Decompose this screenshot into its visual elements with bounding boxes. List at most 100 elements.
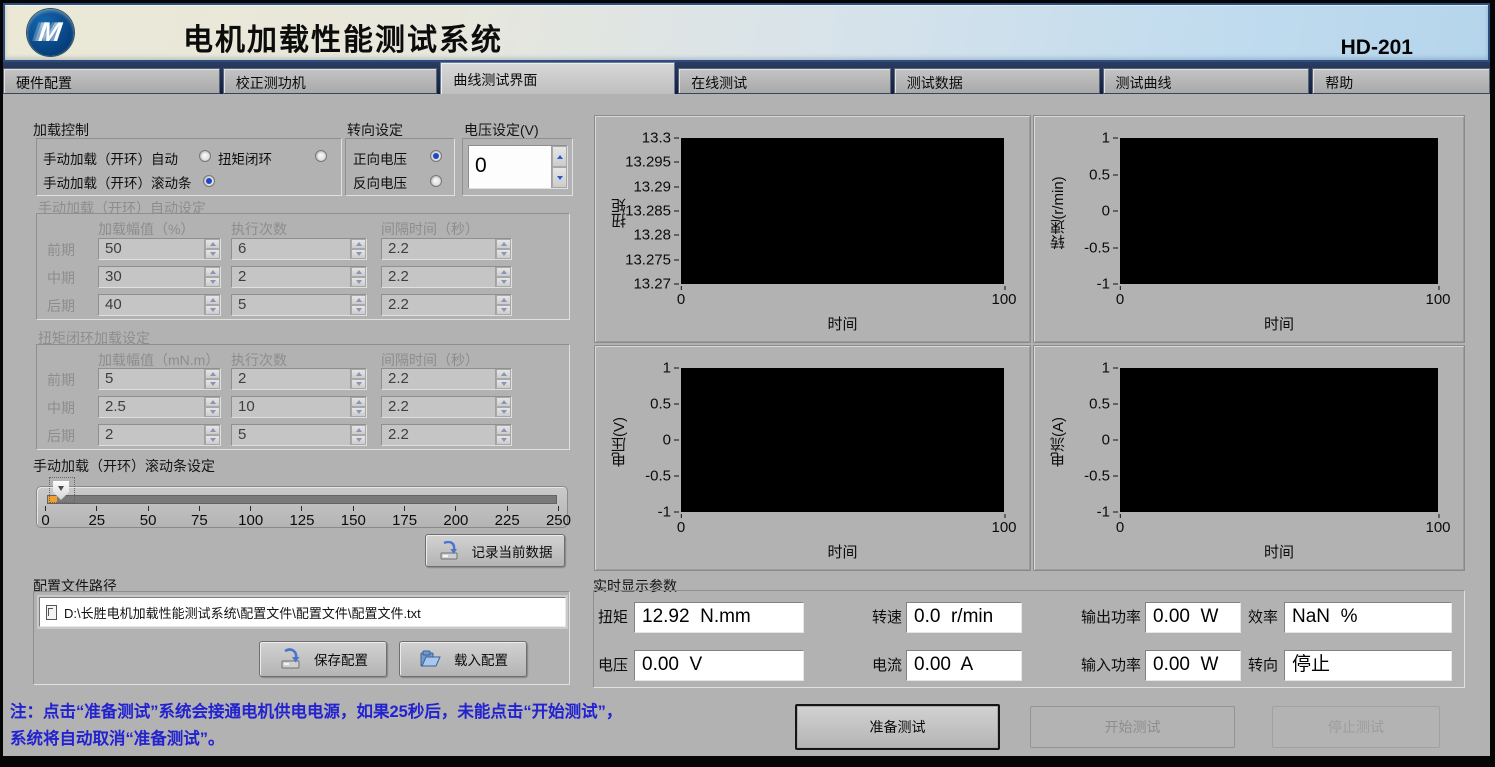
- torque-chart-xlabel: 时间: [827, 313, 857, 334]
- load-slider[interactable]: 0 25 50 75 100 125 150 175 200 225 250: [36, 486, 568, 528]
- spin-up-icon: [557, 155, 563, 159]
- voltage-set-input[interactable]: 0: [468, 145, 568, 189]
- voltage-set-value[interactable]: 0: [469, 146, 551, 188]
- col-count-label: 执行次数: [231, 350, 287, 370]
- ma-early-count-field: 6: [231, 238, 367, 260]
- tab-hardware-config[interactable]: 硬件配置: [3, 68, 220, 94]
- speed-readout-label: 转速: [870, 602, 902, 633]
- tl-mid-interval-field: 2.2: [381, 396, 512, 418]
- row-early-label: 前期: [47, 240, 75, 260]
- x-max-tick: 100: [1425, 519, 1450, 536]
- direction-group: 正向电压 反向电压: [345, 138, 455, 196]
- tab-test-curve[interactable]: 测试曲线: [1103, 68, 1310, 94]
- tl-late-interval-field: 2.2: [381, 424, 512, 446]
- note-line-1: 注：点击“准备测试”系统会接通电机供电电源，如果25秒后，未能点击“开始测试”，: [10, 698, 622, 722]
- x-max-tick: 100: [991, 291, 1016, 308]
- col-count-label: 执行次数: [231, 219, 287, 239]
- option-reverse-voltage-label: 反向电压: [353, 172, 407, 192]
- note-line-2: 系统将自动取消“准备测试”。: [10, 725, 225, 749]
- current-readout-label: 电流: [870, 650, 902, 681]
- option-manual-scroll-label: 手动加载（开环）滚动条: [43, 172, 192, 192]
- ma-mid-interval-field: 2.2: [381, 266, 512, 288]
- manual-auto-settings-group: 加载幅值（%） 执行次数 间隔时间（秒） 前期 50 6 2.2 中期 30 2…: [36, 213, 570, 320]
- x-min-tick: 0: [1116, 291, 1124, 308]
- ma-late-amplitude-field: 40: [98, 294, 221, 316]
- spin-down-icon: [557, 176, 563, 180]
- option-torque-loop-label: 扭矩闭环: [218, 148, 272, 168]
- tl-mid-amplitude-field: 2.5: [98, 396, 221, 418]
- efficiency-readout-value: NaN %: [1284, 602, 1452, 633]
- load-config-label: 载入配置: [454, 649, 508, 669]
- load-config-button[interactable]: 载入配置: [399, 641, 527, 677]
- col-interval-label: 间隔时间（秒）: [381, 219, 479, 239]
- window-edge: [1490, 0, 1495, 767]
- torque-plot-area: [681, 138, 1004, 284]
- save-config-icon: [278, 648, 302, 670]
- model-label: HD-201: [1341, 36, 1413, 60]
- voltage-set-title: 电压设定(V): [464, 120, 539, 140]
- spin-down-button[interactable]: [552, 167, 567, 188]
- x-max-tick: 100: [991, 519, 1016, 536]
- slider-track[interactable]: [47, 495, 557, 504]
- voltage-chart-xlabel: 时间: [827, 541, 857, 562]
- row-mid-label: 中期: [47, 268, 75, 288]
- config-path-value: D:\长胜电机加载性能测试系统\配置文件\配置文件\配置文件.txt: [64, 603, 421, 622]
- speed-readout-value: 0.0 r/min: [906, 602, 1022, 633]
- row-early-label: 前期: [47, 370, 75, 390]
- current-chart-xlabel: 时间: [1264, 541, 1294, 562]
- radio-reverse-voltage[interactable]: [430, 175, 442, 187]
- ma-early-amplitude-field: 50: [98, 238, 221, 260]
- tl-late-amplitude-field: 2: [98, 424, 221, 446]
- tab-online-test[interactable]: 在线测试: [678, 68, 891, 94]
- current-chart-yticks: 1 0.5 0 -0.5 -1: [1034, 368, 1118, 512]
- scroll-slider-title: 手动加载（开环）滚动条设定: [33, 456, 215, 476]
- x-max-tick: 100: [1425, 291, 1450, 308]
- radio-manual-auto[interactable]: [199, 150, 211, 162]
- speed-plot-area: [1120, 138, 1438, 284]
- row-late-label: 后期: [47, 426, 75, 446]
- tab-test-data[interactable]: 测试数据: [894, 68, 1100, 94]
- voltage-spinner: [551, 146, 567, 188]
- ma-late-interval-field: 2.2: [381, 294, 512, 316]
- save-config-button[interactable]: 保存配置: [259, 641, 387, 677]
- ma-late-count-field: 5: [231, 294, 367, 316]
- load-control-group: 手动加载（开环）自动 扭矩闭环 手动加载（开环）滚动条: [36, 138, 342, 196]
- spin-up-button[interactable]: [552, 146, 567, 167]
- col-interval-label: 间隔时间（秒）: [381, 350, 479, 370]
- company-logo-icon: M: [27, 9, 74, 56]
- record-data-label: 记录当前数据: [472, 541, 553, 561]
- option-forward-voltage-label: 正向电压: [353, 148, 407, 168]
- output-power-readout-label: 输出功率: [1077, 602, 1141, 633]
- torque-chart-yticks: 13.3 13.295 13.29 13.285 13.28 13.275 13…: [595, 138, 679, 284]
- tab-bar: 硬件配置 校正测功机 曲线测试界面 在线测试 测试数据 测试曲线 帮助: [3, 62, 1490, 94]
- torque-readout-label: 扭矩: [594, 602, 628, 633]
- tl-early-amplitude-field: 5: [98, 368, 221, 390]
- current-plot-area: [1120, 368, 1438, 512]
- save-config-label: 保存配置: [314, 649, 368, 669]
- slider-scale: 0 25 50 75 100 125 150 175 200 225 250: [45, 506, 559, 529]
- torque-readout-value: 12.92 N.mm: [634, 602, 804, 633]
- efficiency-readout-label: 效率: [1245, 602, 1278, 633]
- x-min-tick: 0: [677, 291, 685, 308]
- radio-forward-voltage[interactable]: [430, 150, 442, 162]
- voltage-chart: 电压(V) 1 0.5 0 -0.5 -1 0 100 时间: [594, 345, 1031, 571]
- current-readout-value: 0.00 A: [906, 650, 1022, 681]
- config-path-input[interactable]: D:\长胜电机加载性能测试系统\配置文件\配置文件\配置文件.txt: [39, 597, 566, 627]
- tab-curve-test[interactable]: 曲线测试界面: [440, 62, 675, 94]
- col-amplitude-label: 加载幅值（%）: [98, 219, 194, 239]
- radio-manual-scroll[interactable]: [203, 175, 215, 187]
- prepare-test-button[interactable]: 准备测试: [795, 704, 1000, 750]
- radio-torque-loop[interactable]: [315, 150, 327, 162]
- current-chart: 电流(A) 1 0.5 0 -0.5 -1 0 100 时间: [1033, 345, 1465, 571]
- record-data-button[interactable]: 记录当前数据: [425, 534, 565, 567]
- speed-chart: 转速(r/min) 1 0.5 0 -0.5 -1 0 100 时间: [1033, 115, 1465, 343]
- voltage-readout-label: 电压: [594, 650, 628, 681]
- window-edge: [0, 0, 3, 767]
- window-edge: [0, 0, 1495, 3]
- record-data-icon: [438, 541, 460, 561]
- app-title: 电机加载性能测试系统: [183, 15, 503, 59]
- col-amplitude-label: 加载幅值（mN.m）: [98, 350, 219, 370]
- tab-calibrate-dyno[interactable]: 校正测功机: [223, 68, 438, 94]
- realtime-group: 扭矩 12.92 N.mm 转速 0.0 r/min 输出功率 0.00 W 效…: [593, 590, 1465, 688]
- tab-help[interactable]: 帮助: [1312, 68, 1490, 94]
